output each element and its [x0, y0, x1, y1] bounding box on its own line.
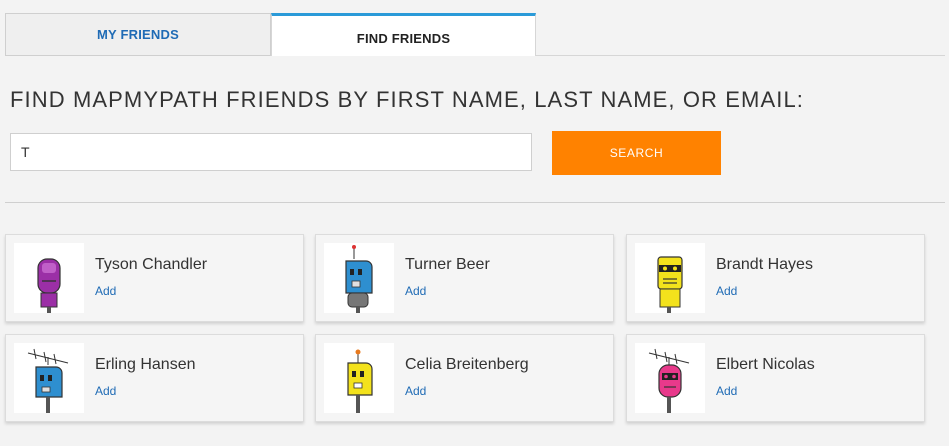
page-heading: FIND MAPMYPATH FRIENDS BY FIRST NAME, LA… [10, 87, 804, 112]
add-friend-link[interactable]: Add [716, 284, 737, 298]
add-friend-link[interactable]: Add [95, 384, 116, 398]
robot-avatar-icon [14, 243, 84, 313]
add-friend-link[interactable]: Add [405, 284, 426, 298]
robot-avatar-icon [324, 243, 394, 313]
friend-result-card: Brandt Hayes Add [626, 234, 925, 322]
friend-name: Celia Breitenberg [405, 356, 529, 373]
friend-name: Turner Beer [405, 256, 490, 273]
add-friend-link[interactable]: Add [95, 284, 116, 298]
friend-result-card: Erling Hansen Add [5, 334, 304, 422]
robot-avatar-icon [635, 243, 705, 313]
tab-my-friends[interactable]: MY FRIENDS [5, 13, 271, 56]
tab-find-friends[interactable]: FIND FRIENDS [271, 13, 536, 56]
divider [5, 202, 945, 203]
friend-name: Erling Hansen [95, 356, 196, 373]
robot-avatar-icon [324, 343, 394, 413]
robot-avatar-icon [14, 343, 84, 413]
friend-name: Brandt Hayes [716, 256, 813, 273]
friend-result-card: Tyson Chandler Add [5, 234, 304, 322]
friends-tabs: MY FRIENDS FIND FRIENDS [5, 13, 945, 56]
friend-name: Tyson Chandler [95, 256, 208, 273]
friend-name: Elbert Nicolas [716, 356, 815, 373]
add-friend-link[interactable]: Add [405, 384, 426, 398]
search-button[interactable]: SEARCH [552, 131, 721, 175]
robot-avatar-icon [635, 343, 705, 413]
friend-result-card: Turner Beer Add [315, 234, 614, 322]
add-friend-link[interactable]: Add [716, 384, 737, 398]
find-friends-page: MY FRIENDS FIND FRIENDS FIND MAPMYPATH F… [0, 0, 949, 446]
friend-result-card: Celia Breitenberg Add [315, 334, 614, 422]
search-input[interactable] [10, 133, 532, 171]
friend-result-card: Elbert Nicolas Add [626, 334, 925, 422]
